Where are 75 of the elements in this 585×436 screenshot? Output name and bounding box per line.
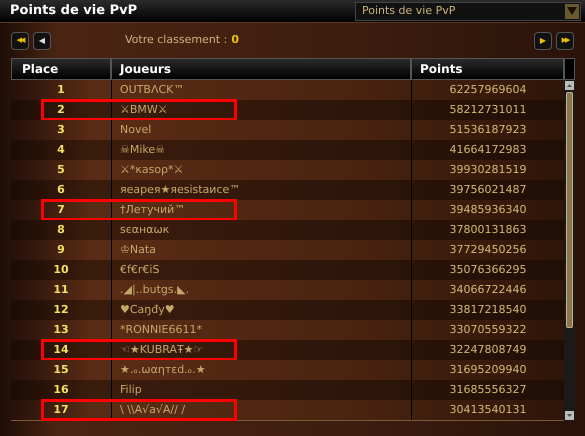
table-row[interactable]: 6 яeapeя★яesistaиce™ 39756021487 [11, 180, 564, 200]
table-row[interactable]: 10 €f€r€iS 35076366295 [11, 260, 564, 280]
scroll-down-icon [565, 411, 574, 420]
player-cell-text: €f€r€iS [120, 262, 160, 278]
place-cell-text: 3 [57, 122, 65, 138]
points-cell-text: 32247808749 [450, 342, 526, 358]
points-cell-text: 51536187923 [450, 122, 526, 138]
place-cell-text: 12 [53, 302, 69, 318]
player-cell-text: Novel [120, 122, 152, 138]
player-cell-text: ☠Mike☠ [120, 142, 166, 158]
scroll-up-icon [565, 81, 574, 90]
player-cell-text: †Летучий™ [120, 202, 186, 218]
player-cell-text: ★.ₒ.ωαηтεd.ₒ.★ [120, 362, 206, 378]
table-row[interactable]: 12 ♥Caŋđy♥ 33817218540 [11, 300, 564, 320]
points-cell-text: 33070559322 [450, 322, 526, 338]
dropdown-value: Points de vie PvP [362, 2, 456, 19]
table-row[interactable]: 8 ѕєαнαωк 37800131863 [11, 220, 564, 240]
window-title: Points de vie PvP [10, 2, 138, 20]
player-cell-text: ⚔*κasoρ*⚔ [120, 162, 184, 178]
points-cell-text: 37729450256 [450, 242, 526, 258]
place-cell-text: 2 [57, 102, 65, 118]
previous-page-button[interactable]: ◀ [33, 32, 51, 50]
column-header[interactable]: Points [411, 58, 564, 80]
place-cell-text: 1 [57, 82, 65, 98]
points-cell-text: 34066722446 [450, 282, 526, 298]
place-cell-text: 4 [57, 142, 65, 158]
points-cell-text: 41664172983 [450, 142, 526, 158]
points-cell-text: 58212731011 [450, 102, 526, 118]
place-cell-text: 16 [53, 382, 69, 398]
player-cell-text: .◢|..butgs.◣. [120, 282, 190, 298]
place-cell-text: 10 [53, 262, 69, 278]
points-cell-text: 33817218540 [450, 302, 526, 318]
player-cell-text: ѕєαнαωк [120, 222, 170, 238]
scrollbar[interactable] [564, 80, 575, 421]
place-cell-text: 8 [57, 222, 65, 238]
points-cell-text: 35076366295 [450, 262, 526, 278]
rank-label: Votre classement : [125, 32, 228, 48]
player-cell-text: ♥Caŋđy♥ [120, 302, 175, 318]
next-page-button[interactable]: ▶ [534, 32, 552, 50]
player-cell-text: OUTBΛCK™ [120, 82, 184, 98]
table-row[interactable]: 4 ☠Mike☠ 41664172983 [11, 140, 564, 160]
scrollbar-thumb[interactable] [566, 92, 573, 328]
points-cell-text: 31685556327 [450, 382, 526, 398]
table-row[interactable]: 14 ☜★KUBRAŦ★☞ 32247808749 [11, 340, 564, 360]
points-cell-text: 31695209940 [450, 362, 526, 378]
points-cell-text: 39485936340 [450, 202, 526, 218]
table-row[interactable]: 16 Filip 31685556327 [11, 380, 564, 400]
rank-value: 0 [231, 32, 239, 48]
place-cell-text: 5 [57, 162, 65, 178]
table-row[interactable]: 2 ⚔BMW⚔ 58212731011 [11, 100, 564, 120]
place-cell-text: 15 [53, 362, 69, 378]
player-cell-text: ☜★KUBRAŦ★☞ [120, 342, 204, 358]
player-cell-text: \ \\A√a√A// / [120, 402, 186, 418]
points-cell-text: 37800131863 [450, 222, 526, 238]
player-cell-text: ♔Nata [120, 242, 156, 258]
dropdown-caret-icon [565, 4, 579, 18]
points-cell-text: 30413540131 [450, 402, 526, 418]
place-cell-text: 9 [57, 242, 65, 258]
points-cell-text: 39756021487 [450, 182, 526, 198]
place-cell-text: 6 [57, 182, 65, 198]
scrollbar-corner [564, 58, 575, 80]
place-cell-text: 17 [53, 402, 69, 418]
player-cell-text: *RONNIE6611* [120, 322, 202, 338]
column-header[interactable]: Place [11, 58, 111, 80]
player-cell-text: Filip [120, 382, 142, 398]
points-cell-text: 62257969604 [450, 82, 526, 98]
place-cell-text: 11 [53, 282, 69, 298]
place-cell-text: 7 [57, 202, 65, 218]
points-cell-text: 39930281519 [450, 162, 526, 178]
place-cell-text: 13 [53, 322, 69, 338]
player-cell-text: ⚔BMW⚔ [120, 102, 168, 118]
column-header[interactable]: Joueurs [111, 58, 411, 80]
player-cell-text: яeapeя★яesistaиce™ [120, 182, 240, 198]
place-cell-text: 14 [53, 342, 69, 358]
ranking-dropdown[interactable]: Points de vie PvP [355, 2, 581, 20]
